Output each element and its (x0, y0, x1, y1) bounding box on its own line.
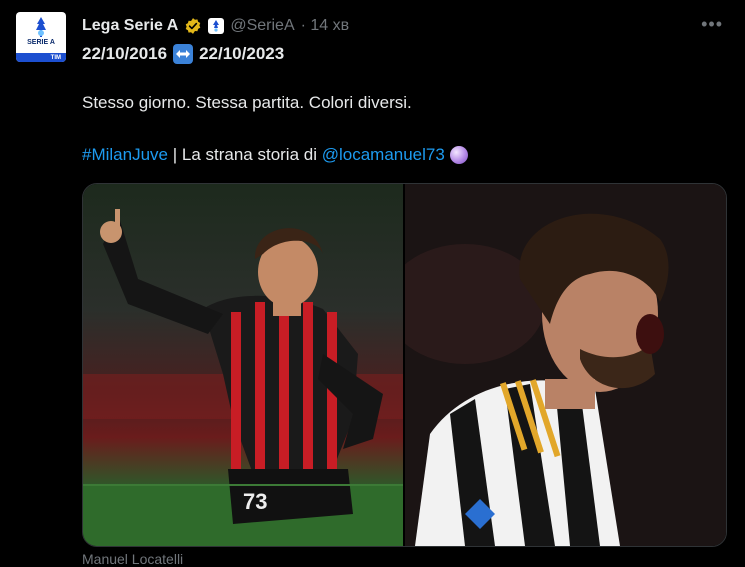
svg-text:73: 73 (243, 489, 267, 514)
photo-juventus[interactable] (404, 184, 726, 546)
photo-milan[interactable]: 73 (83, 184, 403, 546)
verified-badge-icon (186, 18, 201, 34)
affiliate-badge-icon[interactable] (208, 18, 225, 34)
media-caption[interactable]: Manuel Locatelli (82, 551, 183, 567)
date-to: 22/10/2023 (199, 44, 285, 63)
avatar-label: SERIE A (27, 39, 55, 46)
avatar[interactable]: SERIE A TIM (16, 12, 66, 62)
serie-a-logo-icon (36, 17, 46, 37)
mention-link[interactable]: @locamanuel73 (322, 145, 445, 165)
hashtag-link[interactable]: #MilanJuve (82, 145, 168, 165)
dates-line: 22/10/2016 22/10/2023 (82, 44, 284, 64)
account-name[interactable]: Lega Serie A (82, 17, 178, 35)
date-from: 22/10/2016 (82, 44, 168, 63)
tweet-text-line: #MilanJuve | La strana storia di @locama… (82, 145, 468, 165)
avatar-sponsor: TIM (50, 55, 61, 61)
tweet-header: Lega Serie A @SerieA · 14 хв (82, 14, 349, 38)
milan-player-illustration: 73 (83, 209, 403, 546)
more-icon[interactable]: ••• (701, 14, 723, 35)
left-right-arrow-icon (173, 44, 194, 64)
account-handle[interactable]: @SerieA (230, 17, 294, 35)
media-gallery[interactable]: 73 (82, 183, 727, 547)
tweet-text: | La strana storia di (168, 145, 322, 164)
tweet-time[interactable]: · 14 хв (301, 17, 350, 35)
tweet-text-line: Stesso giorno. Stessa partita. Colori di… (82, 93, 412, 112)
juventus-player-illustration (404, 184, 726, 546)
crystal-ball-icon (449, 146, 468, 164)
